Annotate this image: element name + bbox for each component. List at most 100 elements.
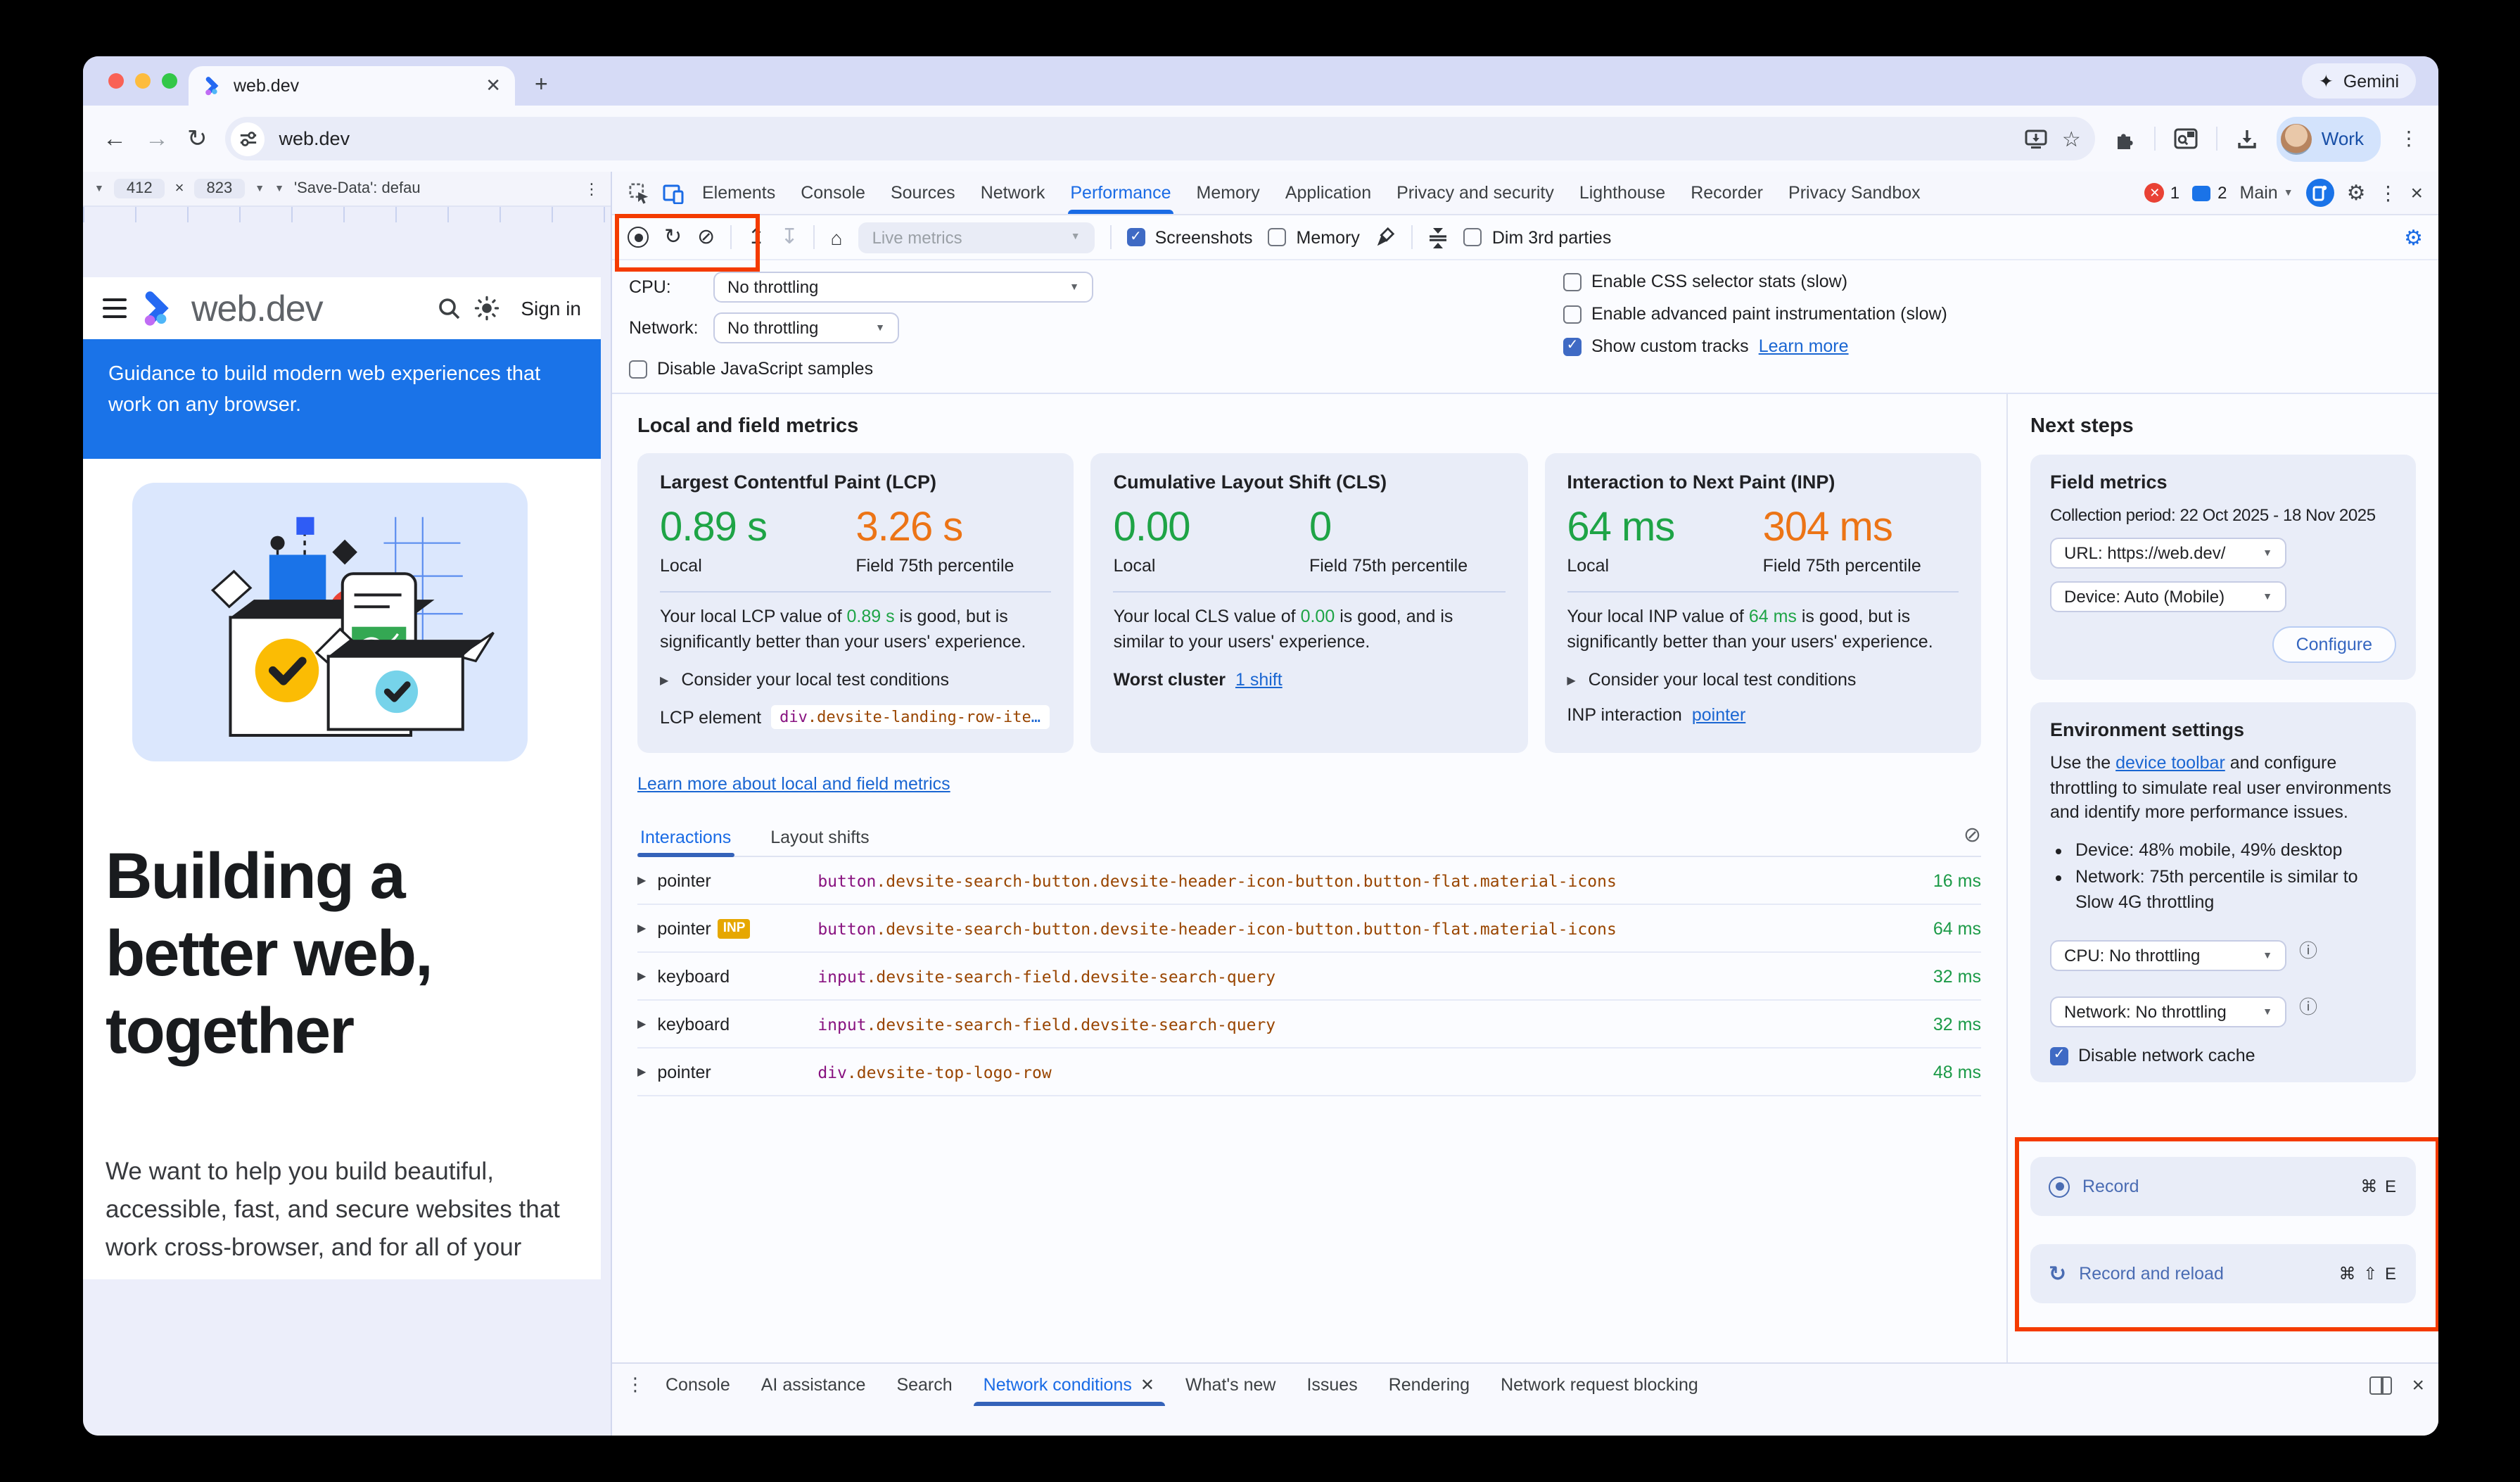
zoom-select-caret-icon[interactable]: ▼ — [255, 184, 265, 194]
close-window-button[interactable] — [108, 73, 124, 89]
devtools-tab-lighthouse[interactable]: Lighthouse — [1567, 172, 1678, 214]
inp-consider-expander[interactable]: ▶Consider your local test conditions — [1567, 670, 1959, 690]
devtools-tab-privacy-security[interactable]: Privacy and security — [1384, 172, 1567, 214]
profile-button[interactable]: Work — [2277, 116, 2381, 161]
webdev-logo-icon[interactable] — [139, 290, 176, 327]
drawer-tab-rendering[interactable]: Rendering — [1373, 1364, 1485, 1406]
css-selector-stats-checkbox[interactable]: Enable CSS selector stats (slow) — [1563, 272, 2422, 291]
expand-triangle-icon[interactable]: ▶ — [637, 970, 646, 982]
browser-tab[interactable]: web.dev ✕ — [189, 66, 515, 106]
device-toolbar-link[interactable]: device toolbar — [2115, 753, 2225, 773]
devtools-tab-performance[interactable]: Performance — [1057, 172, 1183, 214]
drawer-close-icon[interactable]: × — [2412, 1373, 2424, 1397]
disable-network-cache-checkbox[interactable]: ✓ Disable network cache — [2050, 1046, 2396, 1065]
drawer-tab-ai-assistance[interactable]: AI assistance — [746, 1364, 882, 1406]
screenshots-checkbox[interactable]: ✓ Screenshots — [1127, 227, 1253, 247]
info-icon[interactable]: ⓘ — [2299, 936, 2317, 963]
forward-button[interactable]: → — [145, 125, 169, 153]
lcp-element-chip[interactable]: div.devsite-landing-row-ite… — [771, 705, 1049, 729]
disable-js-samples-checkbox[interactable]: Disable JavaScript samples — [629, 359, 1563, 379]
interaction-row[interactable]: ▶ pointer button.devsite-search-button.d… — [637, 857, 1981, 905]
load-profile-icon[interactable]: ↥ — [747, 227, 765, 248]
drawer-tab-console[interactable]: Console — [650, 1364, 746, 1406]
error-badge[interactable]: ✕ 1 — [2145, 183, 2179, 203]
tab-close-icon[interactable]: ✕ — [485, 75, 501, 97]
interaction-row[interactable]: ▶ keyboard input.devsite-search-field.de… — [637, 953, 1981, 1001]
install-icon[interactable] — [2025, 127, 2048, 150]
devtools-tab-application[interactable]: Application — [1273, 172, 1384, 214]
field-url-select[interactable]: URL: https://web.dev/▼ — [2050, 538, 2286, 569]
site-settings-icon[interactable] — [231, 122, 265, 156]
devtools-tab-privacy-sandbox[interactable]: Privacy Sandbox — [1776, 172, 1933, 214]
promo-banner[interactable]: Guidance to build modern web experiences… — [83, 339, 601, 459]
save-profile-icon[interactable]: ↧ — [780, 227, 798, 248]
split-panel-icon[interactable] — [2369, 1376, 2392, 1394]
new-tab-button[interactable]: + — [535, 73, 548, 99]
configure-button[interactable]: Configure — [2272, 626, 2396, 663]
reload-button[interactable]: ↻ — [187, 125, 208, 153]
downloads-icon[interactable] — [2236, 127, 2258, 150]
search-icon[interactable] — [438, 296, 462, 320]
clear-interactions-icon[interactable]: ⊘ — [1964, 822, 1981, 853]
gemini-button[interactable]: ✦ Gemini — [2302, 63, 2416, 99]
expand-triangle-icon[interactable]: ▶ — [637, 1018, 646, 1030]
devtools-tab-elements[interactable]: Elements — [689, 172, 788, 214]
minimize-window-button[interactable] — [135, 73, 151, 89]
record-and-reload-button[interactable]: ↻ Record and reload ⌘ ⇧ E — [2030, 1244, 2416, 1303]
memory-checkbox[interactable]: Memory — [1268, 227, 1360, 247]
metrics-learn-more-link[interactable]: Learn more about local and field metrics — [637, 774, 950, 794]
drawer-tab-network-conditions[interactable]: Network conditions ✕ — [968, 1364, 1170, 1406]
dim-3rd-parties-checkbox[interactable]: Dim 3rd parties — [1464, 227, 1612, 247]
info-icon[interactable]: ⓘ — [2299, 992, 2317, 1019]
worst-cluster-link[interactable]: 1 shift — [1235, 670, 1283, 690]
devtools-menu-icon[interactable]: ⋮ — [2378, 181, 2398, 205]
devtools-settings-icon[interactable]: ⚙ — [2347, 180, 2366, 205]
site-brand[interactable]: web.dev — [191, 286, 323, 330]
tab-interactions[interactable]: Interactions — [637, 819, 734, 856]
drawer-tab-network-request-blocking[interactable]: Network request blocking — [1485, 1364, 1714, 1406]
interaction-row[interactable]: ▶ keyboard input.devsite-search-field.de… — [637, 1001, 1981, 1049]
expand-triangle-icon[interactable]: ▶ — [637, 874, 646, 887]
home-icon[interactable]: ⌂ — [831, 227, 843, 247]
interaction-row[interactable]: ▶ pointer div.devsite-top-logo-row 48 ms — [637, 1049, 1981, 1096]
performance-settings-gear-icon[interactable]: ⚙ — [2404, 224, 2423, 250]
back-button[interactable]: ← — [103, 125, 127, 153]
record-reload-icon[interactable]: ↻ — [664, 227, 682, 248]
side-panel-search-icon[interactable] — [2174, 128, 2198, 149]
devtools-tab-console[interactable]: Console — [788, 172, 878, 214]
context-selector[interactable]: Main ▼ — [2240, 183, 2293, 203]
extensions-icon[interactable] — [2113, 127, 2136, 150]
custom-tracks-checkbox[interactable]: ✓ Show custom tracks Learn more — [1563, 336, 2422, 356]
device-width-input[interactable]: 412 — [114, 179, 165, 198]
collect-garbage-icon[interactable] — [1375, 227, 1396, 248]
device-mode-badge-icon[interactable] — [2306, 179, 2334, 207]
devtools-tab-sources[interactable]: Sources — [878, 172, 968, 214]
live-metrics-select[interactable]: Live metrics ▼ — [858, 222, 1095, 253]
lcp-consider-expander[interactable]: ▶Consider your local test conditions — [660, 670, 1052, 690]
clear-icon[interactable]: ⊘ — [697, 227, 715, 248]
drawer-tab-close-icon[interactable]: ✕ — [1140, 1375, 1154, 1395]
expand-triangle-icon[interactable]: ▶ — [637, 922, 646, 935]
devtools-close-icon[interactable]: × — [2410, 181, 2423, 205]
network-throttling-select[interactable]: No throttling ▼ — [713, 312, 899, 343]
record-icon[interactable] — [628, 227, 649, 248]
theme-toggle-icon[interactable] — [474, 296, 499, 321]
cpu-throttling-select[interactable]: No throttling ▼ — [713, 272, 1093, 303]
collapse-icon[interactable] — [1429, 226, 1449, 248]
sign-in-button[interactable]: Sign in — [521, 297, 581, 319]
field-device-select[interactable]: Device: Auto (Mobile)▼ — [2050, 581, 2286, 612]
browser-menu-icon[interactable]: ⋮ — [2399, 127, 2419, 151]
devtools-tab-network[interactable]: Network — [968, 172, 1058, 214]
inspect-element-icon[interactable] — [622, 182, 656, 203]
record-button[interactable]: Record ⌘ E — [2030, 1157, 2416, 1216]
address-bar[interactable]: web.dev ☆ — [226, 117, 2095, 160]
hamburger-menu-icon[interactable] — [103, 298, 127, 318]
drawer-tab-whats-new[interactable]: What's new — [1170, 1364, 1291, 1406]
devtools-tab-recorder[interactable]: Recorder — [1678, 172, 1776, 214]
throttle-select-caret-icon[interactable]: ▼ — [274, 184, 284, 194]
drawer-menu-icon[interactable]: ⋮ — [626, 1374, 644, 1396]
inp-interaction-link[interactable]: pointer — [1692, 705, 1745, 725]
device-toolbar-toggle-icon[interactable] — [656, 182, 689, 203]
tab-layout-shifts[interactable]: Layout shifts — [768, 819, 872, 856]
sidebar-cpu-select[interactable]: CPU: No throttling▼ — [2050, 940, 2286, 971]
